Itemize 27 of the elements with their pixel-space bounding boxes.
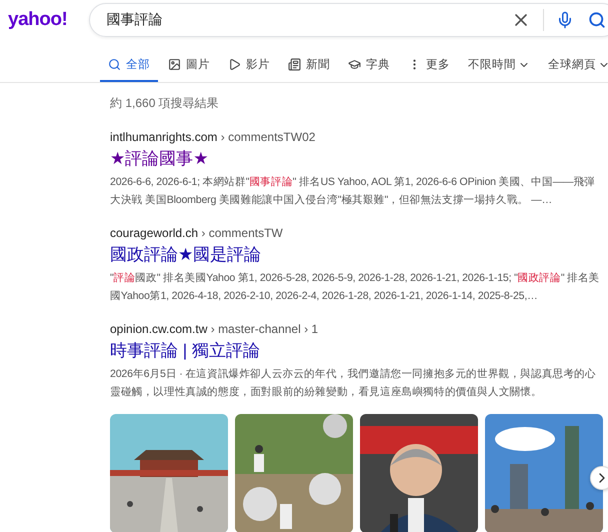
result-title-link[interactable]: 國政評論★國是評論 xyxy=(110,243,602,266)
result-snippet: 2026年6月5日 · 在這資訊爆炸卻人云亦云的年代，我們邀請您一同擁抱多元的世界觀，與認真思考的心靈碰觸，以理性真誠的態度，面對眼前的紛雜變動，看見這座島嶼獨特的價值與人文關懷。 xyxy=(110,367,597,400)
search-icon xyxy=(108,58,121,71)
result-url: intlhumanrights.com › commentsTW02 xyxy=(110,130,316,144)
result-count: 約 1,660 項搜尋結果 xyxy=(110,95,220,112)
yahoo-logo[interactable]: yahoo! xyxy=(8,9,68,31)
search-icon[interactable] xyxy=(588,11,606,29)
search-tab[interactable]: 更多 xyxy=(400,57,458,82)
result-snippet: "評論國政" 排名美國Yahoo 第1, 2026-5-28, 2026-5-9, 2026-1-28, 2026-1-21, 2026-1-15; "國政評論" 排名美國Yahoo第1, 2026-4-18, 2026-2-10, 2026-2-4, 2026-1-28, 2026-1-21, 2026-1-14, 2025-8-25,… xyxy=(110,271,601,304)
result-title-link[interactable]: ★評論國事★ xyxy=(110,147,602,170)
result-url: opinion.cw.com.tw › master-channel › 1 xyxy=(110,322,320,336)
graduation-cap-icon xyxy=(348,58,361,71)
search-tab[interactable]: 全部 xyxy=(100,57,158,82)
result-snippet: 2026-6-6, 2026-6-1; 本網站群"國事評論" 排名US Yahoo, AOL 第1, 2026-6-6 OPinion 美國、中国——飛弾大決戦 美国Bloomberg 美國難能讓中国入侵台湾"極其艱難"，但卻無法支撐一場持久戰。 —… xyxy=(110,175,596,208)
search-tab[interactable]: 圖片 xyxy=(160,57,218,82)
search-tab[interactable]: 字典 xyxy=(340,57,398,82)
play-icon xyxy=(228,58,241,71)
search-tab[interactable]: 影片 xyxy=(220,57,278,82)
search-tab[interactable]: 新聞 xyxy=(280,57,338,82)
newspaper-icon xyxy=(288,58,301,71)
filter-dropdown[interactable]: 全球網頁 xyxy=(540,57,608,82)
filter-dropdown[interactable]: 不限時間 xyxy=(460,57,538,82)
image-icon xyxy=(168,58,181,71)
search-field[interactable]: 國事評論 xyxy=(89,3,608,37)
search-input[interactable]: 國事評論 xyxy=(104,11,512,29)
result-url: courageworld.ch › commentsTW xyxy=(110,226,284,240)
result-title-link[interactable]: 時事評論 | 獨立評論 xyxy=(110,339,602,362)
